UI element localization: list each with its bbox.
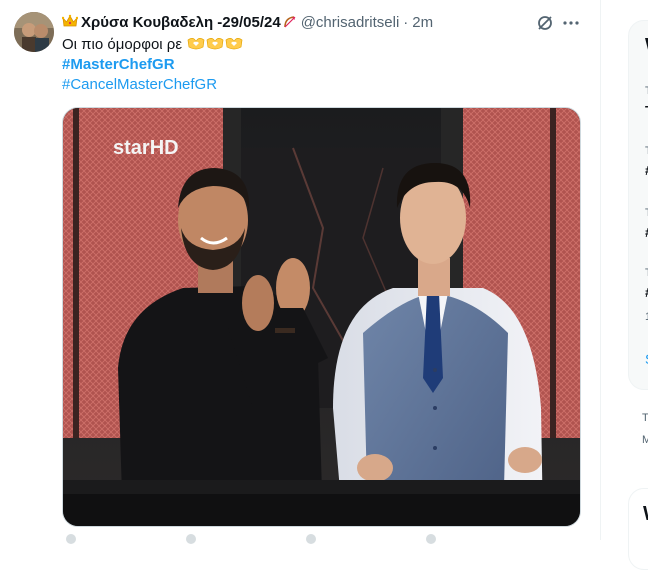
- bow-arrow-emoji-icon: [283, 16, 296, 28]
- tweet-article[interactable]: Χρύσα Κουβαδελη -29/05/24 @chrisadritsel…: [0, 0, 601, 544]
- tweet-header: Χρύσα Κουβαδελη -29/05/24 @chrisadritsel…: [62, 13, 582, 33]
- hashtag-link-masterchefgr[interactable]: #MasterChefGR: [62, 56, 175, 73]
- tweet-media-image[interactable]: starHD: [62, 107, 581, 527]
- media-watermark: starHD: [113, 137, 179, 159]
- user-handle[interactable]: @chrisadritseli: [301, 14, 400, 31]
- reply-icon[interactable]: [66, 534, 76, 544]
- timestamp[interactable]: 2m: [412, 14, 433, 31]
- grok-icon[interactable]: [536, 14, 554, 32]
- hashtag-link-cancelmasterchefgr[interactable]: #CancelMasterChefGR: [62, 76, 217, 93]
- who-to-follow-card: W: [628, 488, 648, 570]
- tweet-text: Οι πιο όμορφοι ρε: [62, 35, 244, 57]
- display-name[interactable]: Χρύσα Κουβαδελη -29/05/24: [81, 14, 281, 31]
- footer-link[interactable]: T: [642, 412, 648, 424]
- who-to-follow-title: W: [643, 503, 648, 526]
- like-icon[interactable]: [306, 534, 316, 544]
- avatar-image: [14, 12, 54, 52]
- separator-dot: ·: [403, 14, 409, 31]
- trends-card: W T T T # T # T # 1 S: [628, 20, 648, 390]
- retweet-icon[interactable]: [186, 534, 196, 544]
- more-icon[interactable]: [562, 14, 580, 32]
- heart-hands-emoji-icon: [186, 37, 244, 57]
- tweet-text-content: Οι πιο όμορφοι ρε: [62, 36, 183, 53]
- views-icon[interactable]: [426, 534, 436, 544]
- crown-emoji-icon: [62, 14, 78, 27]
- footer-link[interactable]: M: [642, 434, 648, 446]
- media-photo: starHD: [63, 108, 580, 526]
- avatar[interactable]: [14, 12, 54, 52]
